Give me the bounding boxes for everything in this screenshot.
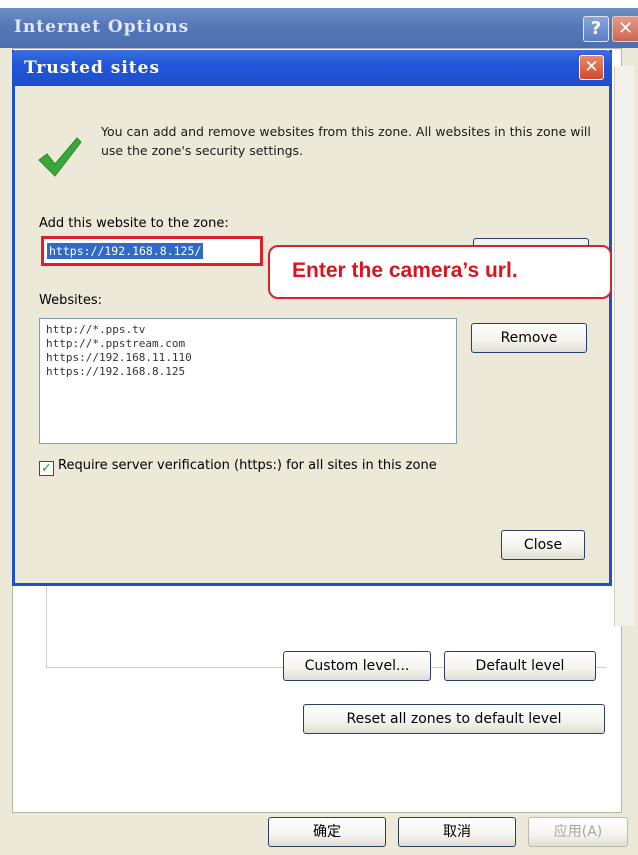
custom-level-label: Custom level... (304, 658, 410, 674)
annotation-callout: Enter the camera’s url. (268, 245, 612, 299)
callout-text: Enter the camera’s url. (292, 259, 518, 282)
custom-level-button[interactable]: Custom level... (283, 651, 431, 681)
trusted-sites-titlebar[interactable]: Trusted sites ✕ (12, 50, 612, 86)
ok-button[interactable]: 确定 (268, 817, 386, 847)
add-website-label: Add this website to the zone: (39, 216, 229, 231)
cancel-button[interactable]: 取消 (398, 817, 516, 847)
list-item[interactable]: https://192.168.11.110 (46, 351, 450, 365)
internet-options-titlebar[interactable]: Internet Options ? ✕ (0, 8, 638, 48)
remove-label: Remove (500, 330, 558, 346)
remove-button[interactable]: Remove (471, 323, 587, 353)
dialog-title: Trusted sites (24, 58, 161, 78)
websites-list[interactable]: http://*.pps.tv http://*.ppstream.com ht… (39, 318, 457, 444)
require-verification-row[interactable]: ✓ Require server verification (https:) fo… (39, 458, 437, 476)
list-item[interactable]: http://*.pps.tv (46, 323, 450, 337)
ok-label: 确定 (313, 824, 341, 840)
dialog-close-button[interactable]: ✕ (579, 55, 604, 80)
website-url-input[interactable]: https://192.168.8.125/ (41, 236, 263, 266)
close-label: Close (523, 537, 563, 553)
dialog-close-action-button[interactable]: Close (501, 530, 585, 560)
url-selected-text: https://192.168.8.125/ (47, 243, 204, 259)
default-level-button[interactable]: Default level (444, 651, 596, 681)
trusted-sites-dialog: Trusted sites ✕ You can add and remove w… (12, 50, 612, 586)
default-level-label: Default level (475, 658, 565, 674)
list-item[interactable]: http://*.ppstream.com (46, 337, 450, 351)
reset-all-zones-label: Reset all zones to default level (346, 711, 562, 727)
reset-all-zones-button[interactable]: Reset all zones to default level (303, 704, 605, 734)
tab-panel-edge (614, 66, 634, 626)
apply-label: 应用(A) (553, 824, 603, 840)
apply-button[interactable]: 应用(A) (528, 817, 628, 847)
cancel-label: 取消 (443, 824, 471, 840)
require-verification-label: Require server verification (https:) for… (58, 458, 437, 473)
green-checkmark-icon (38, 137, 82, 177)
websites-label: Websites: (39, 293, 102, 308)
window-title: Internet Options (14, 17, 190, 37)
require-verification-checkbox[interactable]: ✓ (39, 461, 54, 476)
zone-description: You can add and remove websites from thi… (101, 124, 591, 158)
list-item[interactable]: https://192.168.8.125 (46, 365, 450, 379)
close-window-button[interactable]: ✕ (612, 16, 638, 42)
help-button[interactable]: ? (583, 16, 609, 42)
